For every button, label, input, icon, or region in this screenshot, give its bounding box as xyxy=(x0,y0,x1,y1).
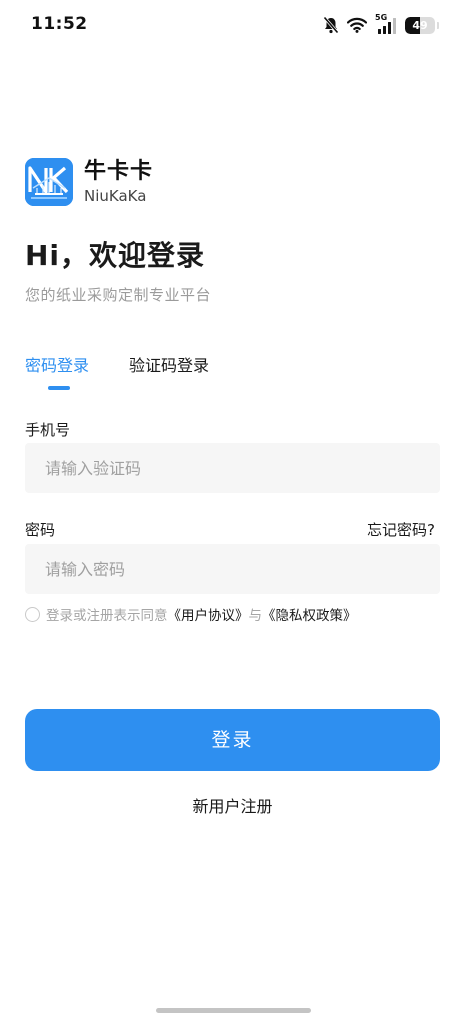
signal-5g-icon: 5G xyxy=(375,13,397,35)
niukaka-logo-icon xyxy=(25,158,73,206)
brand-text: 牛卡卡 NiuKaKa xyxy=(84,159,153,205)
battery-icon: 49 xyxy=(405,16,435,34)
brand: 牛卡卡 NiuKaKa xyxy=(25,158,153,206)
privacy-policy-link[interactable]: 《隐私权政策》 xyxy=(262,604,357,624)
agreement-row: 登录或注册表示同意 《用户协议》 与 《隐私权政策》 xyxy=(25,604,357,624)
status-time: 11:52 xyxy=(31,14,88,34)
page-subtitle: 您的纸业采购定制专业平台 xyxy=(25,286,212,304)
login-tabs: 密码登录 验证码登录 xyxy=(25,354,209,394)
agreement-and: 与 xyxy=(248,608,263,624)
tab-password-login[interactable]: 密码登录 xyxy=(25,354,89,378)
agreement-checkbox[interactable] xyxy=(25,606,40,622)
agreement-prefix: 登录或注册表示同意 xyxy=(46,608,168,624)
password-input[interactable] xyxy=(25,544,440,594)
home-indicator[interactable] xyxy=(156,1008,311,1013)
battery-cap xyxy=(437,21,439,29)
register-link[interactable]: 新用户注册 xyxy=(0,793,465,817)
battery-level: 49 xyxy=(412,18,428,32)
login-button[interactable]: 登录 xyxy=(25,709,440,771)
brand-name: 牛卡卡 xyxy=(84,159,154,184)
tab-code-login[interactable]: 验证码登录 xyxy=(129,354,209,378)
forgot-password-link[interactable]: 忘记密码? xyxy=(367,519,435,540)
status-icons: 5G 49 xyxy=(323,13,439,36)
silent-bell-icon xyxy=(323,16,339,34)
wifi-icon xyxy=(347,17,367,33)
page-title: Hi，欢迎登录 xyxy=(25,239,206,272)
phone-input[interactable] xyxy=(25,443,440,493)
password-label: 密码 xyxy=(25,521,56,539)
active-tab-indicator xyxy=(48,386,70,390)
brand-subtitle: NiuKaKa xyxy=(84,187,147,205)
login-page: 11:52 5G 49 牛卡卡 NiuKaKa Hi，欢迎登录 您的纸业采购定制… xyxy=(0,0,465,1024)
status-bar: 11:52 5G 49 xyxy=(0,0,465,50)
phone-label: 手机号 xyxy=(25,421,71,439)
user-agreement-link[interactable]: 《用户协议》 xyxy=(168,604,249,624)
